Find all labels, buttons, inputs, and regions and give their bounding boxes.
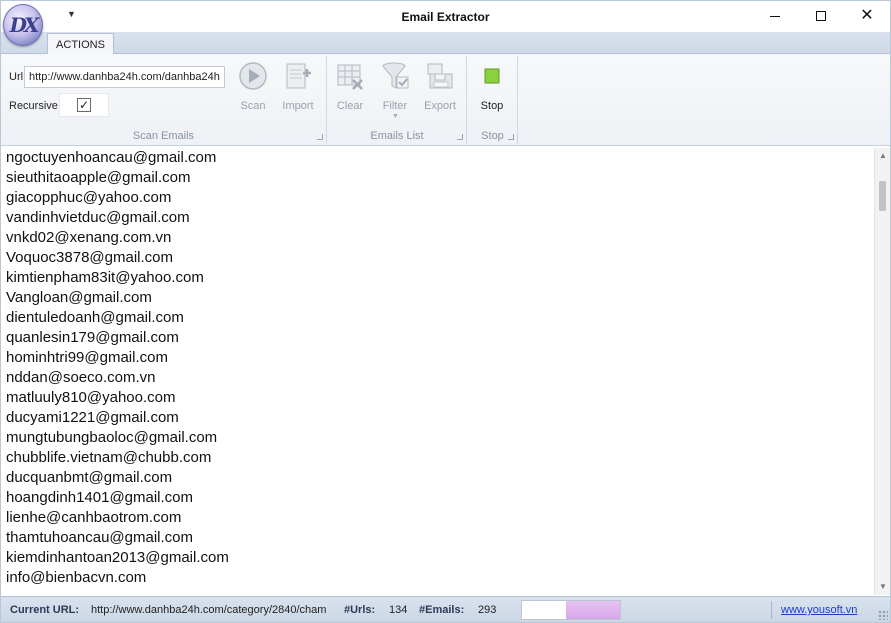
import-label: Import xyxy=(282,100,314,112)
list-item[interactable]: thamtuhoancau@gmail.com xyxy=(2,528,874,548)
status-separator xyxy=(771,601,772,619)
list-item[interactable]: mungtubungbaoloc@gmail.com xyxy=(2,428,874,448)
list-item[interactable]: ducquanbmt@gmail.com xyxy=(2,468,874,488)
minimize-icon xyxy=(770,15,780,17)
ribbon: Url Recursive ✓ Scan xyxy=(1,54,890,146)
list-item[interactable]: Vangloan@gmail.com xyxy=(2,288,874,308)
app-logo-icon[interactable]: DX xyxy=(3,4,43,46)
list-item[interactable]: ngoctuyenhoancau@gmail.com xyxy=(2,148,874,168)
resize-grip-icon[interactable] xyxy=(878,610,888,620)
scan-group-launcher-icon[interactable] xyxy=(317,134,323,140)
scan-label: Scan xyxy=(240,100,266,112)
scan-emails-group: Url Recursive ✓ Scan xyxy=(1,56,327,144)
clear-label: Clear xyxy=(336,100,364,112)
email-list[interactable]: ngoctuyenhoancau@gmail.com sieuthitaoappl… xyxy=(2,148,874,595)
list-item[interactable]: quanlesin179@gmail.com xyxy=(2,328,874,348)
minimize-button[interactable] xyxy=(752,1,798,31)
recursive-checkbox-area: ✓ xyxy=(59,93,109,117)
scan-emails-group-label: Scan Emails xyxy=(132,130,195,142)
list-item[interactable]: nddan@soeco.com.vn xyxy=(2,368,874,388)
list-item[interactable]: matluuly810@yahoo.com xyxy=(2,388,874,408)
list-group-launcher-icon[interactable] xyxy=(457,134,463,140)
scroll-down-icon[interactable]: ▼ xyxy=(875,579,891,595)
play-icon xyxy=(239,62,267,90)
app-logo-text: DX xyxy=(9,13,40,37)
website-link[interactable]: www.yousoft.vn xyxy=(781,604,857,616)
maximize-button[interactable] xyxy=(798,1,844,31)
scrollbar-thumb[interactable] xyxy=(879,181,886,211)
import-button[interactable]: Import xyxy=(276,60,320,112)
list-item[interactable]: dientuledoanh@gmail.com xyxy=(2,308,874,328)
filter-button[interactable]: Filter ▼ xyxy=(373,60,417,120)
list-item[interactable]: hominhtri99@gmail.com xyxy=(2,348,874,368)
emails-list-group: Clear Filter ▼ Export Emails List xyxy=(328,56,467,144)
export-button[interactable]: Export xyxy=(418,60,462,112)
tab-actions[interactable]: ACTIONS xyxy=(47,33,114,55)
emails-count-label: #Emails: xyxy=(419,604,465,616)
ribbon-tab-strip: ACTIONS xyxy=(1,32,890,55)
stop-group: Stop Stop xyxy=(468,56,518,144)
current-url-label: Current URL: xyxy=(10,604,80,616)
export-save-icon xyxy=(427,63,453,89)
scroll-up-icon[interactable]: ▲ xyxy=(875,148,891,164)
progress-bar xyxy=(521,600,621,620)
scan-button[interactable]: Scan xyxy=(231,60,275,112)
vertical-scrollbar[interactable]: ▲ ▼ xyxy=(874,148,890,595)
list-item[interactable]: lienhe@canhbaotrom.com xyxy=(2,508,874,528)
filter-dropdown-icon: ▼ xyxy=(392,113,399,120)
recursive-checkbox[interactable]: ✓ xyxy=(77,98,91,112)
stop-label: Stop xyxy=(480,100,504,112)
status-bar: Current URL: http://www.danhba24h.com/ca… xyxy=(1,596,890,622)
export-label: Export xyxy=(424,100,456,112)
list-item[interactable]: hoangdinh1401@gmail.com xyxy=(2,488,874,508)
emails-count-value: 293 xyxy=(478,604,497,616)
filter-label: Filter xyxy=(382,100,408,112)
list-item[interactable]: chubblife.vietnam@chubb.com xyxy=(2,448,874,468)
urls-count-label: #Urls: xyxy=(344,604,376,616)
clear-button[interactable]: Clear xyxy=(328,60,372,112)
title-bar: DX ▼ Email Extractor ✕ xyxy=(1,1,890,46)
list-item[interactable]: vandinhvietduc@gmail.com xyxy=(2,208,874,228)
emails-list-group-label: Emails List xyxy=(370,130,424,142)
stop-icon xyxy=(484,68,500,84)
list-item[interactable]: vnkd02@xenang.com.vn xyxy=(2,228,874,248)
current-url-value: http://www.danhba24h.com/category/2840/c… xyxy=(91,604,327,616)
list-item[interactable]: ducyami1221@gmail.com xyxy=(2,408,874,428)
list-item[interactable]: kimtienpham83it@yahoo.com xyxy=(2,268,874,288)
urls-count-value: 134 xyxy=(389,604,408,616)
app-window: DX ▼ Email Extractor ✕ ACTIONS Url Recur… xyxy=(0,0,891,623)
maximize-icon xyxy=(816,11,826,21)
import-icon xyxy=(286,63,311,89)
recursive-label: Recursive xyxy=(9,100,58,112)
filter-funnel-icon xyxy=(382,62,409,89)
stop-button[interactable]: Stop xyxy=(470,60,514,112)
list-item[interactable]: Voquoc3878@gmail.com xyxy=(2,248,874,268)
close-icon: ✕ xyxy=(860,7,874,24)
clear-table-icon xyxy=(337,64,363,90)
list-item[interactable]: sieuthitaoapple@gmail.com xyxy=(2,168,874,188)
progress-fill xyxy=(566,601,620,619)
list-item[interactable]: info@bienbacvn.com xyxy=(2,568,874,588)
list-item[interactable]: kiemdinhantoan2013@gmail.com xyxy=(2,548,874,568)
list-item[interactable]: giacopphuc@yahoo.com xyxy=(2,188,874,208)
url-input[interactable] xyxy=(24,66,225,88)
close-button[interactable]: ✕ xyxy=(844,1,890,31)
stop-group-launcher-icon[interactable] xyxy=(508,134,514,140)
url-label: Url xyxy=(9,71,24,83)
